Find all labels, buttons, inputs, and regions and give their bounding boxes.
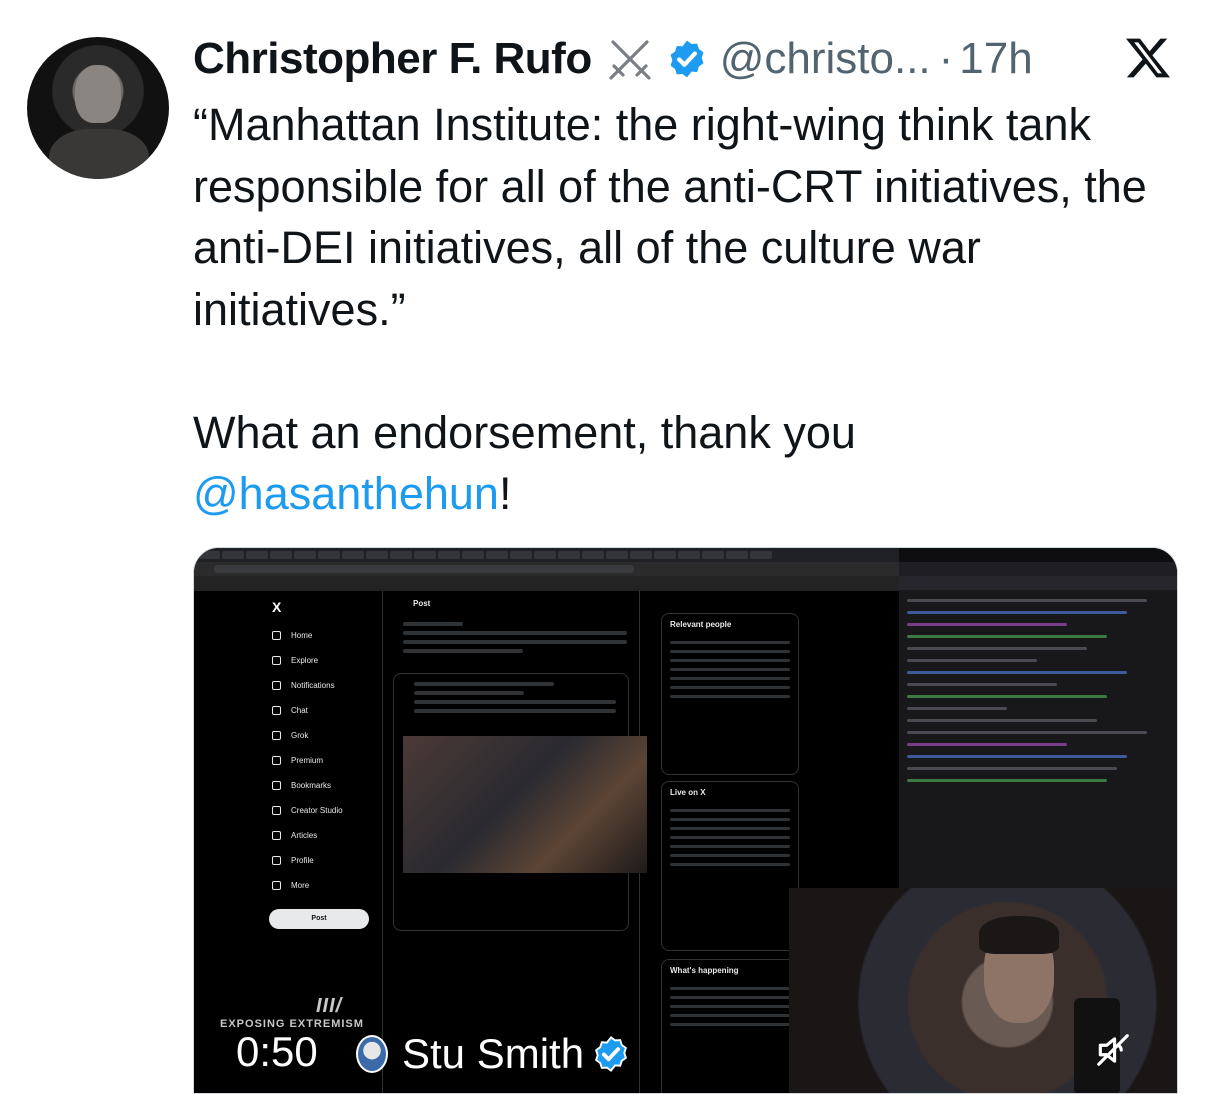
tweet-header: Christopher F. Rufo @christo... · 17h: [193, 30, 1033, 88]
embedded-quote-box: [393, 673, 647, 931]
embedded-nav-item: Premium: [254, 748, 343, 773]
embedded-x-logo: X: [272, 599, 282, 615]
embedded-nav-item: Explore: [254, 648, 343, 673]
verified-badge-icon: [670, 40, 704, 78]
author-handle[interactable]: @christo...: [720, 34, 931, 84]
author-avatar[interactable]: [27, 37, 169, 179]
muted-speaker-icon[interactable]: [1094, 1031, 1132, 1069]
embedded-nav-item: Chat: [254, 698, 343, 723]
embedded-column-header: Post: [413, 599, 431, 608]
video-player[interactable]: X Home Explore Notifications Chat Grok P…: [193, 547, 1178, 1094]
embedded-video-frame: [403, 736, 647, 873]
embedded-nav-item: Profile: [254, 848, 343, 873]
tweet-trailing: !: [498, 468, 512, 519]
live-on-x-panel: Live on X: [661, 781, 799, 951]
relevant-people-panel: Relevant people: [661, 613, 799, 775]
embedded-post-button: Post: [269, 909, 369, 929]
crossed-swords-icon: [609, 40, 651, 80]
embedded-x-nav: X Home Explore Notifications Chat Grok P…: [254, 599, 343, 898]
embedded-nav-item: Home: [254, 623, 343, 648]
tweet-timestamp[interactable]: 17h: [959, 34, 1032, 84]
whats-happening-title: What's happening: [670, 966, 739, 975]
browser-tabs: [194, 548, 899, 562]
embedded-nav-item: Bookmarks: [254, 773, 343, 798]
relevant-people-title: Relevant people: [670, 620, 732, 629]
mention-link[interactable]: @hasanthehun: [193, 468, 499, 519]
embedded-nav-item: Grok: [254, 723, 343, 748]
verified-badge-icon: [595, 1036, 628, 1072]
video-author-avatar: [356, 1035, 388, 1073]
header-separator: ·: [938, 34, 954, 83]
embedded-nav-item: Articles: [254, 823, 343, 848]
live-on-x-title: Live on X: [670, 788, 706, 797]
avatar-body: [49, 129, 149, 179]
avatar-face: [75, 65, 121, 123]
x-logo-icon[interactable]: [1124, 34, 1172, 82]
author-name[interactable]: Christopher F. Rufo: [193, 34, 592, 84]
embedded-nav-item: Notifications: [254, 673, 343, 698]
embedded-post-column: Post: [382, 591, 647, 1093]
tweet-body: “Manhattan Institute: the right-wing thi…: [193, 99, 1147, 458]
video-author[interactable]: Stu Smith: [356, 1030, 630, 1078]
whats-happening-panel: What's happening: [661, 959, 799, 1093]
embedded-nav-item: More: [254, 873, 343, 898]
video-author-name: Stu Smith: [402, 1030, 585, 1077]
embedded-nav-item: Creator Studio: [254, 798, 343, 823]
browser-url-bar: [194, 562, 899, 576]
channel-logo: III/ EXPOSING EXTREMISM: [220, 995, 364, 1030]
browser-bookmarks-bar: [194, 576, 899, 591]
tweet-text: “Manhattan Institute: the right-wing thi…: [193, 94, 1173, 525]
video-timestamp: 0:50: [236, 1028, 318, 1075]
